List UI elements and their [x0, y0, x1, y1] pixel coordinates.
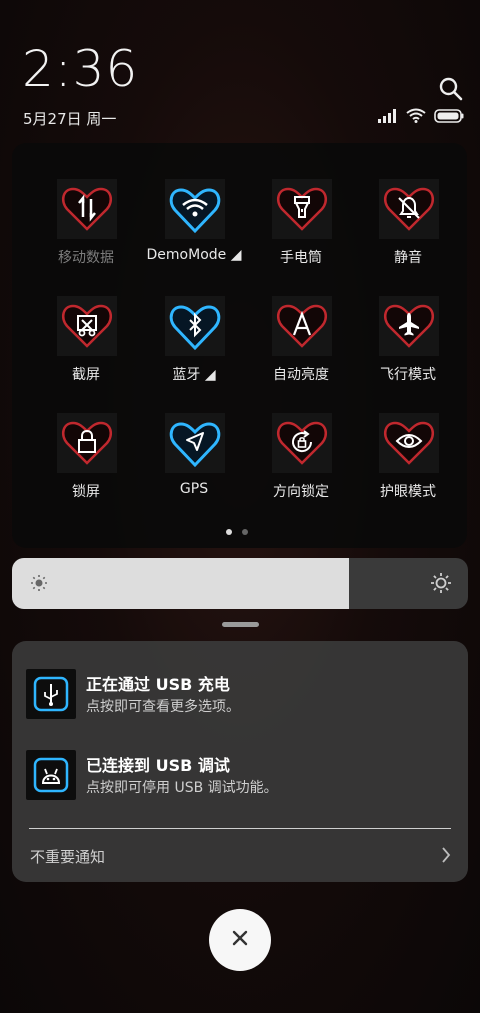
tile-bluetooth[interactable]: 蓝牙 ◢	[141, 296, 247, 406]
tile-label: 飞行模式	[380, 367, 436, 383]
divider	[29, 828, 451, 829]
auto-brightness-icon	[272, 296, 332, 356]
tile-mute[interactable]: 静音	[355, 179, 461, 289]
page-dot-active	[226, 529, 232, 535]
clear-all-button[interactable]	[209, 909, 271, 971]
notification-body: 点按即可查看更多选项。	[86, 699, 240, 715]
notification-title: 正在通过 USB 充电	[86, 675, 230, 694]
notification-title: 已连接到 USB 调试	[86, 756, 230, 775]
tile-eye-care[interactable]: 护眼模式	[355, 413, 461, 523]
gps-icon	[165, 413, 225, 473]
tile-auto-brightness[interactable]: 自动亮度	[248, 296, 354, 406]
brightness-high-icon	[430, 572, 452, 598]
tile-label: DemoMode ◢	[146, 247, 242, 263]
flashlight-icon	[272, 179, 332, 239]
tile-rotation-lock[interactable]: 方向锁定	[248, 413, 354, 523]
quick-settings-panel: 移动数据 DemoMode ◢ 手电筒 静音 截屏 蓝牙 ◢ 自动亮度 飞行模式…	[12, 143, 467, 548]
notification-usb-debug[interactable]: 已连接到 USB 调试 点按即可停用 USB 调试功能。	[12, 750, 468, 820]
tile-label: 蓝牙 ◢	[172, 367, 216, 383]
tile-mobile-data[interactable]: 移动数据	[33, 179, 139, 289]
battery-icon	[434, 108, 464, 123]
screenshot-icon	[57, 296, 117, 356]
tile-label: 手电筒	[280, 250, 322, 266]
unimportant-label: 不重要通知	[30, 848, 106, 866]
airplane-icon	[379, 296, 439, 356]
tile-label: 护眼模式	[380, 484, 436, 500]
tile-label: 方向锁定	[273, 484, 329, 500]
brightness-slider[interactable]	[12, 558, 468, 609]
lock-icon	[57, 413, 117, 473]
usb-debug-icon	[26, 750, 76, 800]
wifi-icon	[165, 179, 225, 239]
notification-body: 点按即可停用 USB 调试功能。	[86, 780, 278, 796]
tile-label: 移动数据	[58, 250, 114, 266]
search-icon[interactable]	[438, 76, 464, 102]
tile-lock-screen[interactable]: 锁屏	[33, 413, 139, 523]
notification-panel: 正在通过 USB 充电 点按即可查看更多选项。 已连接到 USB 调试 点按即可…	[12, 641, 468, 882]
unimportant-notifications-row[interactable]: 不重要通知	[12, 836, 468, 876]
tile-flashlight[interactable]: 手电筒	[248, 179, 354, 289]
drag-handle[interactable]	[222, 622, 259, 627]
tile-screenshot[interactable]: 截屏	[33, 296, 139, 406]
signal-icon	[378, 108, 398, 123]
tile-label: 自动亮度	[273, 367, 329, 383]
rotation-lock-icon	[272, 413, 332, 473]
page-indicator	[226, 529, 248, 535]
brightness-low-icon	[30, 574, 48, 596]
wifi-icon	[406, 108, 426, 123]
tile-label: GPS	[179, 481, 209, 497]
tile-label: 静音	[394, 250, 422, 266]
mobile-data-icon	[57, 179, 117, 239]
close-icon	[231, 929, 249, 951]
bluetooth-icon	[165, 296, 225, 356]
tile-label: 锁屏	[72, 484, 100, 500]
chevron-right-icon	[440, 846, 452, 868]
mute-bell-icon	[379, 179, 439, 239]
page-dot	[242, 529, 248, 535]
status-bar: 2:36 5月27日 周一	[0, 0, 480, 135]
tile-wifi[interactable]: DemoMode ◢	[141, 179, 247, 289]
notification-usb-charging[interactable]: 正在通过 USB 充电 点按即可查看更多选项。	[12, 669, 468, 739]
tile-airplane[interactable]: 飞行模式	[355, 296, 461, 406]
usb-charging-icon	[26, 669, 76, 719]
system-icons	[378, 108, 464, 123]
tile-gps[interactable]: GPS	[141, 413, 247, 523]
eye-icon	[379, 413, 439, 473]
clock-time: 2:36	[22, 40, 139, 98]
brightness-fill	[12, 558, 350, 609]
clock-date: 5月27日 周一	[23, 110, 117, 128]
tile-label: 截屏	[72, 367, 100, 383]
